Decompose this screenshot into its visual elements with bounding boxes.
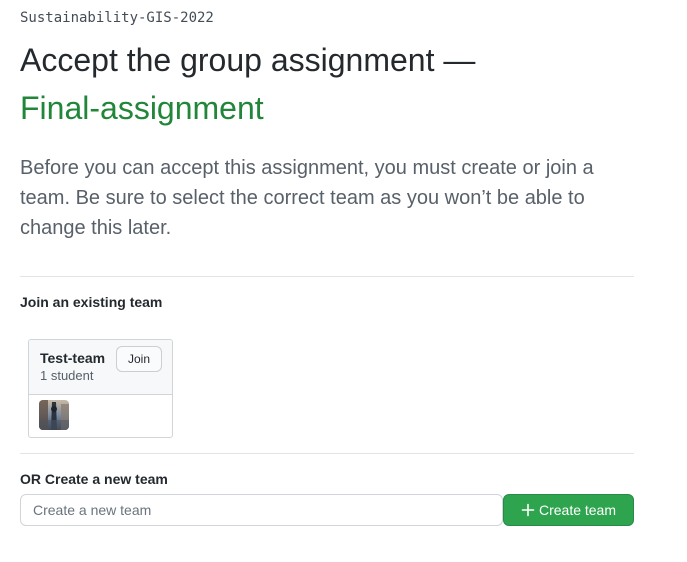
team-card: Test-team 1 student Join [28,339,173,438]
page-title: Accept the group assignment — Final-assi… [20,36,475,132]
join-team-button[interactable]: Join [116,346,162,372]
assignment-name: Final-assignment [20,90,264,126]
plus-icon [521,503,535,517]
intro-text: Before you can accept this assignment, y… [20,157,594,239]
organization-name: Sustainability-GIS-2022 [20,10,214,26]
team-member-count: 1 student [40,368,94,383]
create-team-button[interactable]: Create team [503,494,634,526]
title-prefix: Accept the group assignment — [20,42,476,78]
join-team-heading: Join an existing team [20,294,163,310]
create-team-label: Create team [538,502,617,518]
create-team-heading: OR Create a new team [20,471,168,487]
team-card-header: Test-team 1 student Join [29,340,172,395]
team-name: Test-team [40,350,106,366]
divider [20,276,634,277]
user-avatar-photo[interactable] [39,400,69,430]
new-team-name-input[interactable] [20,494,503,526]
divider [20,453,634,454]
